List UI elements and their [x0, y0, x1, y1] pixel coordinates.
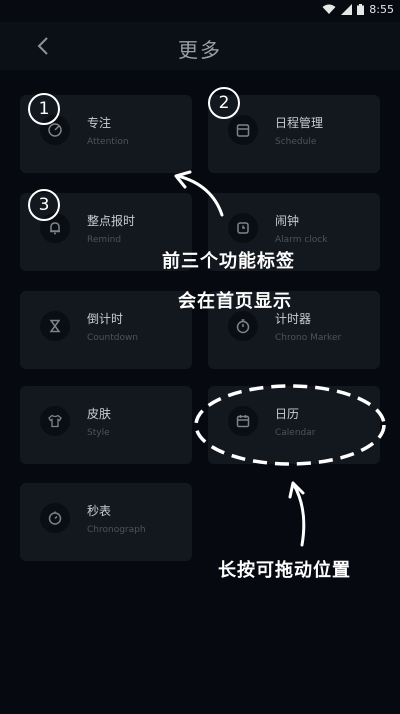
feature-sublabel: Countdown	[87, 333, 139, 343]
annotation-line-3: 长按可拖动位置	[218, 560, 351, 581]
alarm-icon	[228, 213, 258, 243]
arrow-up-icon	[292, 483, 306, 547]
feature-label: 皮肤	[87, 407, 112, 421]
hourglass-icon	[40, 311, 70, 341]
feature-sublabel: Chrono Marker	[275, 333, 342, 343]
order-badge-3: 3	[28, 189, 60, 221]
annotation-line-1: 前三个功能标签	[162, 251, 295, 272]
feature-sublabel: Style	[87, 428, 110, 438]
app-bar: 更多	[0, 22, 400, 70]
feature-label: 闹钟	[275, 214, 300, 228]
page-title: 更多	[178, 38, 222, 62]
feature-label: 日历	[275, 407, 300, 421]
feature-sublabel: Schedule	[275, 137, 317, 147]
feature-card-style[interactable]: 皮肤 Style	[20, 386, 192, 464]
timer-icon	[40, 503, 70, 533]
feature-sublabel: Chronograph	[87, 525, 146, 535]
status-icons: 8:55	[322, 3, 394, 16]
feature-sublabel: Alarm clock	[275, 235, 328, 245]
feature-label: 整点报时	[87, 214, 136, 228]
battery-icon	[357, 4, 365, 15]
calendar-icon	[228, 406, 258, 436]
feature-label: 秒表	[87, 504, 112, 518]
feature-label: 倒计时	[87, 312, 124, 326]
arrowhead	[174, 170, 192, 189]
status-time: 8:55	[369, 3, 394, 16]
feature-card-chronograph[interactable]: 秒表 Chronograph	[20, 483, 192, 561]
wifi-icon	[322, 4, 336, 14]
feature-card-countdown[interactable]: 倒计时 Countdown	[20, 291, 192, 369]
annotation-line-2: 会在首页显示	[178, 291, 292, 312]
feature-label: 专注	[87, 116, 112, 130]
arrowhead	[288, 481, 305, 499]
signal-icon	[341, 4, 353, 15]
feature-sublabel: Calendar	[275, 428, 316, 438]
feature-label: 日程管理	[275, 116, 324, 130]
stopwatch-icon	[228, 311, 258, 341]
shirt-icon	[40, 406, 70, 436]
feature-sublabel: Attention	[87, 137, 129, 147]
order-badge-2: 2	[208, 87, 240, 119]
feature-sublabel: Remind	[87, 235, 122, 245]
status-bar: 8:55	[0, 0, 400, 22]
calendar-icon	[228, 115, 258, 145]
order-badge-1: 1	[28, 93, 60, 125]
feature-card-calendar[interactable]: 日历 Calendar	[208, 386, 380, 464]
